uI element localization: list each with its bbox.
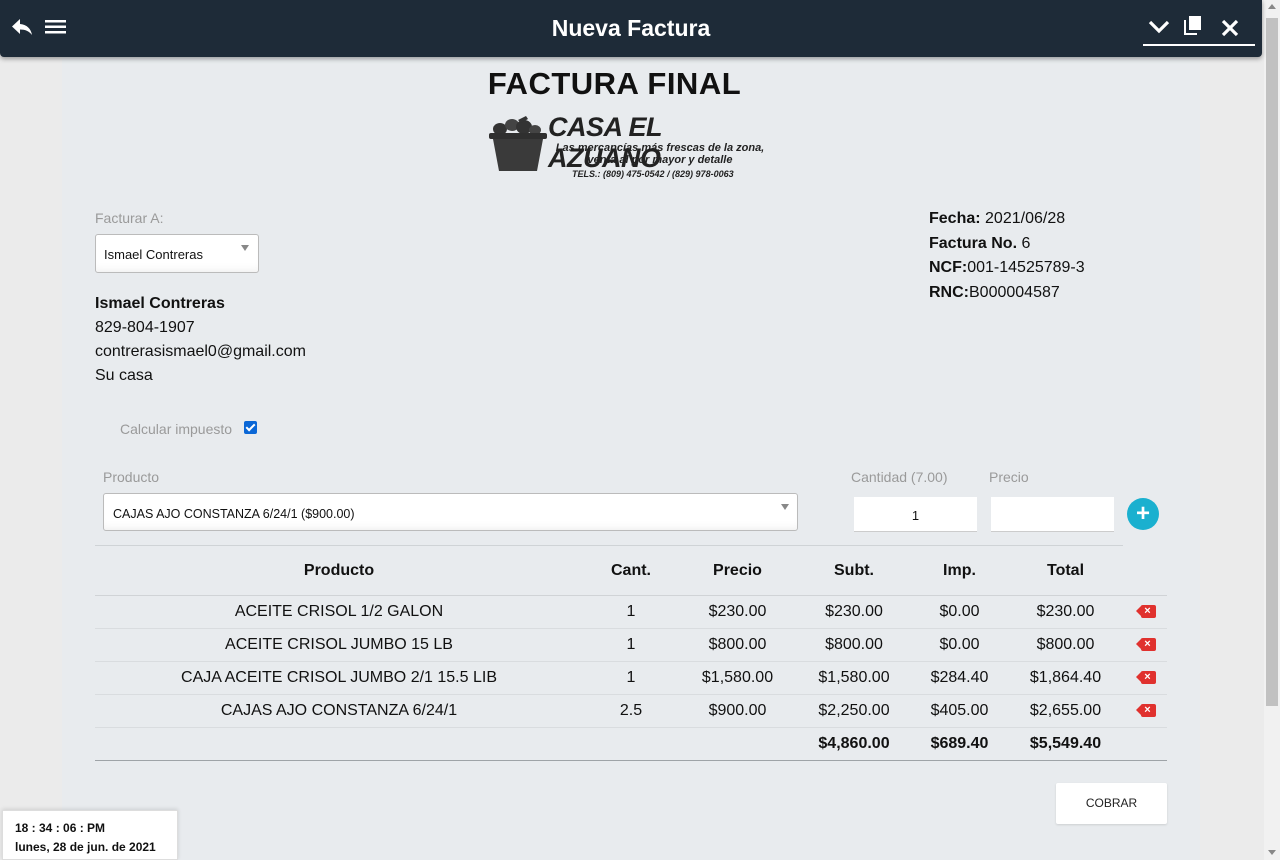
plus-icon[interactable]: +: [1127, 498, 1159, 530]
column-header: Producto: [95, 547, 583, 596]
company-tagline: Las mercancías más frescas de la zona, v…: [555, 142, 765, 166]
window-title: Nueva Factura: [551, 15, 711, 41]
ncf-value: 001-14525789-3: [967, 259, 1085, 276]
scroll-up-icon[interactable]: [1268, 4, 1276, 9]
caret-down-icon: [781, 504, 789, 510]
totals-row: $4,860.00 $689.40 $5,549.40: [95, 726, 1167, 761]
cell-price: $900.00: [679, 694, 796, 728]
grand-total: $5,549.40: [1007, 726, 1124, 761]
invoice-heading: FACTURA FINAL: [487, 66, 742, 101]
delete-icon[interactable]: ×: [1135, 703, 1156, 717]
tax-checkbox[interactable]: [244, 420, 258, 434]
table-row: CAJA ACEITE CRISOL JUMBO 2/1 15.5 LIB 1 …: [95, 661, 1167, 695]
scrollbar-thumb[interactable]: [1266, 18, 1278, 706]
chevron-down-icon[interactable]: [1148, 19, 1170, 40]
bill-to-label: Facturar A:: [95, 210, 164, 226]
title-bar: Nueva Factura: [0, 0, 1262, 57]
fecha-value: 2021/06/28: [985, 210, 1066, 227]
caret-down-icon: [241, 245, 249, 251]
cell-product: CAJAS AJO CONSTANZA 6/24/1: [95, 694, 583, 728]
cell-price: $800.00: [679, 628, 796, 662]
cell-qty: 1: [583, 628, 679, 662]
cell-total: $1,864.40: [1007, 661, 1124, 695]
cell-qty: 1: [583, 595, 679, 629]
scrollbar[interactable]: [1264, 0, 1280, 860]
company-logo: CASA EL AZUANO Las mercancías más fresca…: [488, 112, 778, 184]
client-address: Su casa: [95, 367, 153, 384]
column-header-actions: [1124, 547, 1167, 596]
cell-price: $230.00: [679, 595, 796, 629]
cobrar-button[interactable]: COBRAR: [1056, 783, 1167, 824]
cell-product: ACEITE CRISOL 1/2 GALON: [95, 595, 583, 629]
client-select[interactable]: Ismael Contreras: [95, 234, 259, 273]
column-header: Cant.: [583, 547, 679, 596]
column-header: Imp.: [912, 547, 1007, 596]
total-tax: $689.40: [912, 726, 1007, 761]
cell-subtotal: $800.00: [796, 628, 912, 662]
divider: [95, 545, 1123, 546]
client-info: Ismael Contreras 829-804-1907 contrerasi…: [95, 292, 306, 388]
items-table: Producto Cant. Precio Subt. Imp. Total A…: [95, 547, 1167, 761]
total-subtotal: $4,860.00: [796, 726, 912, 761]
ncf-label: NCF:: [929, 259, 968, 276]
product-select-value: CAJAS AJO CONSTANZA 6/24/1 ($900.00): [113, 507, 355, 521]
delete-icon[interactable]: ×: [1135, 604, 1156, 618]
cell-tax: $0.00: [912, 628, 1007, 662]
table-row: CAJAS AJO CONSTANZA 6/24/1 2.5 $900.00 $…: [95, 694, 1167, 728]
cell-subtotal: $1,580.00: [796, 661, 912, 695]
invoice-meta: Fecha: 2021/06/28 Factura No. 6 NCF:001-…: [929, 207, 1085, 305]
tax-label: Calcular impuesto: [120, 421, 233, 437]
company-phones: TELS.: (809) 475-0542 / (829) 978-0063: [572, 169, 734, 179]
copy-icon[interactable]: [1184, 16, 1202, 40]
price-label: Precio: [989, 469, 1029, 485]
tax-toggle-row: Calcular impuesto: [120, 420, 258, 437]
price-input[interactable]: [991, 497, 1114, 532]
client-phone: 829-804-1907: [95, 319, 195, 336]
fecha-label: Fecha:: [929, 210, 981, 227]
cell-tax: $0.00: [912, 595, 1007, 629]
cell-total: $800.00: [1007, 628, 1124, 662]
clock-widget: 18 : 34 : 06 : PM lunes, 28 de jun. de 2…: [2, 810, 178, 860]
table-row: ACEITE CRISOL 1/2 GALON 1 $230.00 $230.0…: [95, 595, 1167, 629]
table-row: ACEITE CRISOL JUMBO 15 LB 1 $800.00 $800…: [95, 628, 1167, 662]
window-controls-underline: [1143, 44, 1255, 46]
cell-qty: 1: [583, 661, 679, 695]
delete-icon[interactable]: ×: [1135, 637, 1156, 651]
basket-icon: [489, 116, 547, 171]
quantity-label: Cantidad (7.00): [851, 469, 948, 485]
cell-product: CAJA ACEITE CRISOL JUMBO 2/1 15.5 LIB: [95, 661, 583, 695]
product-select[interactable]: CAJAS AJO CONSTANZA 6/24/1 ($900.00): [103, 493, 798, 531]
client-select-value: Ismael Contreras: [104, 247, 203, 262]
cell-subtotal: $2,250.00: [796, 694, 912, 728]
product-label: Producto: [103, 469, 160, 485]
column-header: Total: [1007, 547, 1124, 596]
column-header: Subt.: [796, 547, 912, 596]
cell-total: $230.00: [1007, 595, 1124, 629]
quantity-input[interactable]: 1: [854, 497, 977, 532]
factura-label: Factura No.: [929, 234, 1018, 252]
clock-date: lunes, 28 de jun. de 2021: [15, 840, 156, 854]
rnc-value: B000004587: [969, 283, 1060, 301]
cell-total: $2,655.00: [1007, 694, 1124, 728]
scroll-down-icon[interactable]: [1268, 850, 1276, 855]
cell-tax: $405.00: [912, 694, 1007, 728]
cell-price: $1,580.00: [679, 661, 796, 695]
cell-product: ACEITE CRISOL JUMBO 15 LB: [95, 628, 583, 662]
close-icon[interactable]: [1221, 19, 1239, 42]
factura-value: 6: [1021, 234, 1031, 252]
client-name: Ismael Contreras: [95, 295, 225, 312]
cell-tax: $284.40: [912, 661, 1007, 695]
table-header-row: Producto Cant. Precio Subt. Imp. Total: [95, 547, 1167, 596]
cell-subtotal: $230.00: [796, 595, 912, 629]
cell-qty: 2.5: [583, 694, 679, 728]
client-email: contrerasismael0@gmail.com: [95, 343, 306, 360]
delete-icon[interactable]: ×: [1135, 670, 1156, 684]
clock-time: 18 : 34 : 06 : PM: [15, 821, 106, 835]
rnc-label: RNC:: [929, 283, 969, 301]
column-header: Precio: [679, 547, 796, 596]
